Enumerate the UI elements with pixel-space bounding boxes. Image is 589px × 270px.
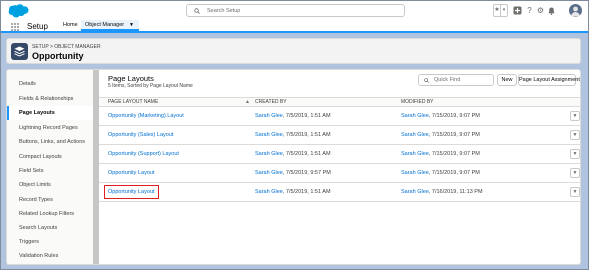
quick-find-placeholder: Quick Find bbox=[434, 77, 461, 83]
section-subtitle: 5 Items, Sorted by Page Layout Name bbox=[108, 83, 193, 89]
layout-name-link[interactable]: Opportunity Layout bbox=[108, 183, 154, 202]
layout-name-link[interactable]: Opportunity (Marketing) Layout bbox=[108, 107, 184, 126]
global-search-input[interactable]: Search Setup bbox=[186, 4, 405, 17]
avatar[interactable] bbox=[569, 4, 582, 17]
created-by-user-link[interactable]: Sarah Glee bbox=[255, 132, 283, 138]
table-row: Opportunity Layout Sarah Glee, 7/5/2019,… bbox=[99, 164, 580, 183]
chevron-down-icon[interactable]: ▼ bbox=[129, 20, 134, 31]
sidebar-item-page-layouts[interactable]: Page Layouts bbox=[7, 106, 93, 120]
sidebar-item-buttons-links-actions[interactable]: Buttons, Links, and Actions bbox=[7, 135, 93, 149]
new-button[interactable]: New bbox=[497, 74, 517, 86]
object-sidebar: Details Fields & Relationships Page Layo… bbox=[7, 70, 95, 264]
sidebar-item-record-types[interactable]: Record Types bbox=[7, 193, 93, 207]
table-header: PAGE LAYOUT NAME ▲ CREATED BY MODIFIED B… bbox=[99, 97, 580, 107]
created-by-cell: Sarah Glee, 7/5/2019, 1:51 AM bbox=[255, 132, 331, 138]
global-header: Search Setup ★ ▾ ? ⚙ bbox=[1, 1, 588, 20]
modified-by-cell: Sarah Glee, 7/15/2019, 9:07 PM bbox=[401, 151, 480, 157]
page-title: Opportunity bbox=[32, 51, 84, 61]
tab-object-manager-label: Object Manager bbox=[85, 22, 125, 28]
modified-by-user-link[interactable]: Sarah Glee bbox=[401, 170, 429, 176]
modified-by-cell: Sarah Glee, 7/16/2019, 11:13 PM bbox=[401, 189, 483, 195]
search-icon bbox=[194, 8, 200, 14]
modified-by-user-link[interactable]: Sarah Glee bbox=[401, 132, 429, 138]
tab-home[interactable]: Home bbox=[58, 20, 83, 31]
layout-name-link[interactable]: Opportunity Layout bbox=[108, 164, 154, 183]
breadcrumb[interactable]: SETUP > OBJECT MANAGER bbox=[32, 44, 101, 50]
table-row: Opportunity (Marketing) Layout Sarah Gle… bbox=[99, 107, 580, 126]
page-header: SETUP > OBJECT MANAGER Opportunity bbox=[6, 38, 581, 64]
modified-by-cell: Sarah Glee, 7/15/2019, 9:07 PM bbox=[401, 113, 480, 119]
layout-name-link[interactable]: Opportunity (Sales) Layout bbox=[108, 126, 173, 145]
bell-icon[interactable] bbox=[547, 4, 556, 17]
row-actions-chevron-icon[interactable]: ▼ bbox=[570, 168, 580, 178]
add-icon[interactable] bbox=[512, 4, 522, 17]
page-layout-assignment-button[interactable]: Page Layout Assignment bbox=[518, 74, 580, 86]
layout-name-link[interactable]: Opportunity (Support) Layout bbox=[108, 145, 179, 164]
sidebar-item-compact-layouts[interactable]: Compact Layouts bbox=[7, 150, 93, 164]
star-icon[interactable]: ★ bbox=[493, 4, 501, 17]
created-by-user-link[interactable]: Sarah Glee bbox=[255, 113, 283, 119]
row-actions-chevron-icon[interactable]: ▼ bbox=[570, 111, 580, 121]
app-name: Setup bbox=[27, 22, 48, 31]
row-actions-chevron-icon[interactable]: ▼ bbox=[570, 149, 580, 159]
gear-icon[interactable]: ⚙ bbox=[536, 4, 545, 17]
chevron-down-icon[interactable]: ▾ bbox=[501, 4, 508, 17]
salesforce-logo[interactable] bbox=[8, 3, 30, 18]
modified-by-user-link[interactable]: Sarah Glee bbox=[401, 113, 429, 119]
sidebar-item-triggers[interactable]: Triggers bbox=[7, 235, 93, 249]
created-by-cell: Sarah Glee, 7/5/2019, 1:51 AM bbox=[255, 113, 331, 119]
row-actions-chevron-icon[interactable]: ▼ bbox=[570, 187, 580, 197]
created-by-user-link[interactable]: Sarah Glee bbox=[255, 151, 283, 157]
created-by-user-link[interactable]: Sarah Glee bbox=[255, 170, 283, 176]
row-actions-chevron-icon[interactable]: ▼ bbox=[570, 130, 580, 140]
created-by-cell: Sarah Glee, 7/5/2019, 9:57 PM bbox=[255, 170, 331, 176]
sidebar-item-validation-rules[interactable]: Validation Rules bbox=[7, 249, 93, 263]
app-navigation: Setup Home Object Manager ▼ bbox=[1, 20, 588, 33]
table-row: Opportunity Layout Sarah Glee, 7/5/2019,… bbox=[99, 183, 580, 202]
modified-by-user-link[interactable]: Sarah Glee bbox=[401, 151, 429, 157]
column-header-modified-by[interactable]: MODIFIED BY bbox=[401, 98, 434, 107]
modified-by-cell: Sarah Glee, 7/15/2019, 9:07 PM bbox=[401, 170, 480, 176]
column-header-created-by[interactable]: CREATED BY bbox=[255, 98, 287, 107]
table-row: Opportunity (Support) Layout Sarah Glee,… bbox=[99, 145, 580, 164]
modified-by-cell: Sarah Glee, 7/15/2019, 9:07 PM bbox=[401, 132, 480, 138]
search-placeholder: Search Setup bbox=[207, 8, 241, 14]
tab-object-manager[interactable]: Object Manager ▼ bbox=[81, 20, 139, 31]
search-icon bbox=[424, 78, 429, 83]
modified-by-user-link[interactable]: Sarah Glee bbox=[401, 189, 429, 195]
created-by-cell: Sarah Glee, 7/5/2019, 1:51 AM bbox=[255, 189, 331, 195]
sidebar-item-field-sets[interactable]: Field Sets bbox=[7, 164, 93, 178]
created-by-cell: Sarah Glee, 7/5/2019, 1:51 AM bbox=[255, 151, 331, 157]
sidebar-item-search-layouts[interactable]: Search Layouts bbox=[7, 221, 93, 235]
sidebar-item-object-limits[interactable]: Object Limits bbox=[7, 178, 93, 192]
quick-find-input[interactable]: Quick Find bbox=[418, 74, 494, 86]
created-by-user-link[interactable]: Sarah Glee bbox=[255, 189, 283, 195]
sidebar-item-details[interactable]: Details bbox=[7, 77, 93, 91]
column-header-page-layout-name[interactable]: PAGE LAYOUT NAME bbox=[108, 98, 158, 107]
sidebar-item-fields-relationships[interactable]: Fields & Relationships bbox=[7, 92, 93, 106]
sidebar-item-related-lookup-filters[interactable]: Related Lookup Filters bbox=[7, 207, 93, 221]
object-detail-card: Details Fields & Relationships Page Layo… bbox=[6, 69, 581, 265]
app-launcher-icon[interactable] bbox=[11, 23, 19, 31]
sidebar-item-lightning-record-pages[interactable]: Lightning Record Pages bbox=[7, 121, 93, 135]
object-manager-icon bbox=[11, 43, 28, 60]
sort-arrow-icon[interactable]: ▲ bbox=[245, 98, 250, 107]
page-layouts-panel: Page Layouts 5 Items, Sorted by Page Lay… bbox=[99, 70, 580, 264]
table-row: Opportunity (Sales) Layout Sarah Glee, 7… bbox=[99, 126, 580, 145]
help-icon[interactable]: ? bbox=[525, 4, 534, 17]
